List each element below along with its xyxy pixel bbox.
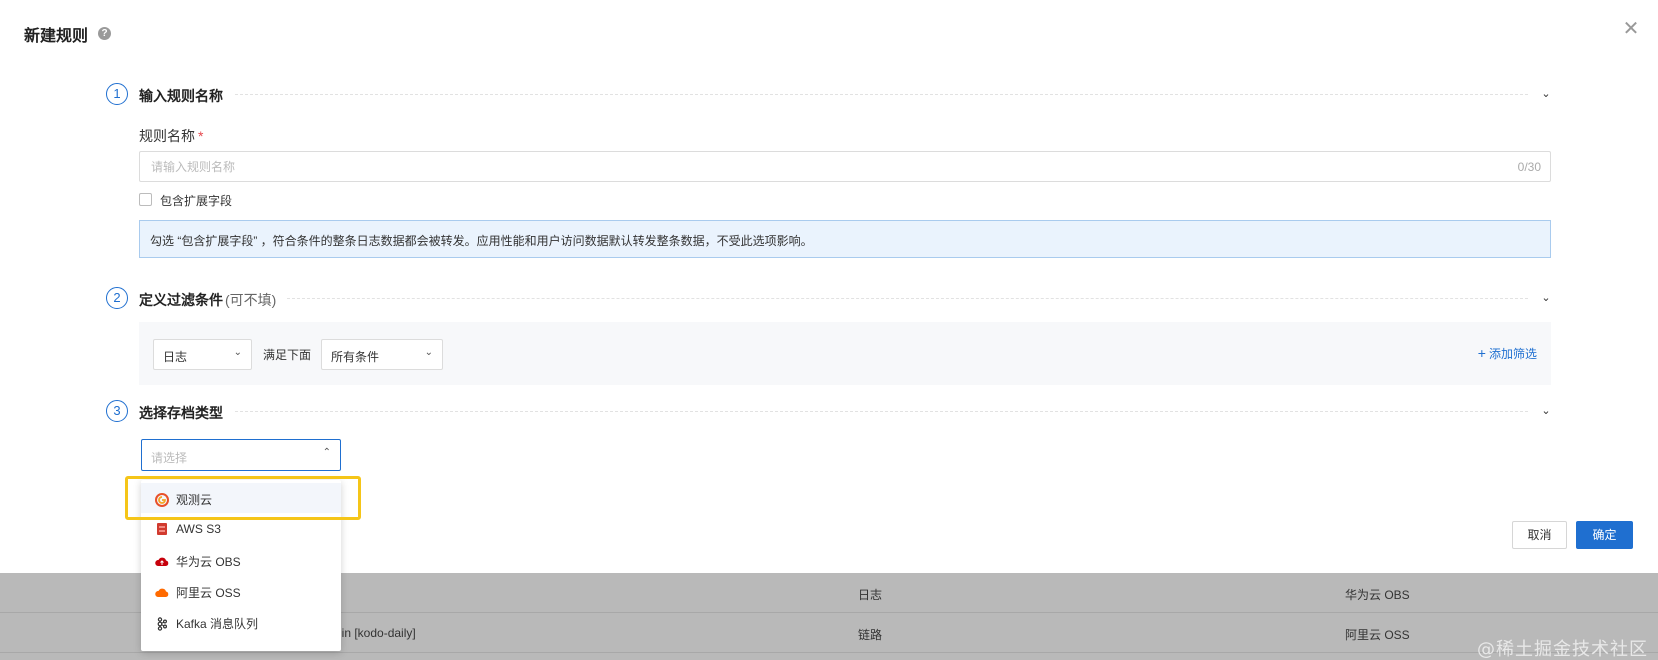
required-mark: * bbox=[198, 128, 204, 144]
archive-type-placeholder: 请选择 bbox=[151, 451, 188, 465]
option-guance-cloud[interactable]: 观测云 bbox=[141, 483, 341, 513]
modal-title: 新建规则 bbox=[24, 28, 89, 45]
table-cell-archive: 阿里云 OSS bbox=[1345, 628, 1410, 642]
aliyun-oss-icon bbox=[155, 588, 169, 597]
chevron-down-icon: ⌄ bbox=[424, 347, 433, 358]
question-circle-icon[interactable]: ? bbox=[98, 27, 111, 40]
chevron-down-icon[interactable]: ⌄ bbox=[1540, 405, 1552, 417]
match-text: 满足下面 bbox=[263, 348, 312, 362]
condition-value: 所有条件 bbox=[331, 350, 380, 364]
include-extended-fields-label[interactable]: 包含扩展字段 bbox=[160, 192, 232, 209]
filter-conditions-area: 日志 ⌄ 满足下面 所有条件 ⌄ + 添加筛选 bbox=[139, 322, 1551, 385]
table-cell-type: 日志 bbox=[858, 588, 883, 602]
add-filter-label: 添加筛选 bbox=[1488, 347, 1537, 361]
archive-type-select[interactable]: 请选择 ⌃ bbox=[141, 439, 341, 471]
table-cell-type: 链路 bbox=[858, 628, 883, 642]
rule-name-input[interactable] bbox=[140, 152, 1470, 181]
condition-select[interactable]: 所有条件 ⌄ bbox=[321, 339, 443, 370]
step-2-hint: (可不填) bbox=[225, 292, 277, 308]
data-source-value: 日志 bbox=[163, 350, 188, 364]
cancel-button[interactable]: 取消 bbox=[1512, 521, 1567, 549]
include-extended-fields-checkbox[interactable] bbox=[139, 193, 152, 206]
char-counter: 0/30 bbox=[1517, 160, 1541, 174]
add-filter-button[interactable]: + 添加筛选 bbox=[1478, 345, 1537, 362]
rule-name-label: 规则名称 * bbox=[139, 128, 204, 144]
table-cell-archive: 华为云 OBS bbox=[1345, 588, 1410, 602]
step-2-number: 2 bbox=[106, 287, 128, 309]
step-1-number: 1 bbox=[106, 83, 128, 105]
huawei-obs-icon bbox=[155, 557, 169, 566]
chevron-down-icon[interactable]: ⌄ bbox=[1540, 88, 1552, 100]
watermark: @稀土掘金技术社区 bbox=[1477, 639, 1648, 660]
kafka-icon bbox=[157, 617, 168, 631]
step-1-divider bbox=[235, 94, 1528, 95]
aws-s3-icon bbox=[157, 523, 167, 535]
step-2-title: 定义过滤条件 (可不填) bbox=[139, 292, 277, 308]
chevron-up-icon: ⌃ bbox=[322, 447, 331, 458]
option-aliyun-oss[interactable]: 阿里云 OSS bbox=[141, 576, 341, 606]
option-kafka[interactable]: Kafka 消息队列 bbox=[141, 607, 341, 637]
step-3-number: 3 bbox=[106, 400, 128, 422]
confirm-button[interactable]: 确定 bbox=[1576, 521, 1633, 549]
info-alert: 勾选 “包含扩展字段” ，符合条件的整条日志数据都会被转发。应用性能和用户访问数… bbox=[139, 220, 1551, 258]
archive-type-dropdown: 观测云 AWS S3 华为云 OBS 阿里云 OSS Kafka 消息队列 bbox=[141, 480, 341, 651]
option-huawei-obs[interactable]: 华为云 OBS bbox=[141, 545, 341, 575]
step-3-divider bbox=[235, 411, 1528, 412]
close-icon[interactable]: ✕ bbox=[1622, 19, 1640, 39]
rule-name-field[interactable]: 0/30 bbox=[139, 151, 1551, 182]
step-1-title: 输入规则名称 bbox=[139, 88, 223, 104]
option-aws-s3[interactable]: AWS S3 bbox=[141, 514, 341, 544]
chevron-down-icon: ⌄ bbox=[233, 347, 242, 358]
guance-cloud-icon bbox=[155, 493, 169, 507]
chevron-down-icon[interactable]: ⌄ bbox=[1540, 292, 1552, 304]
plus-icon: + bbox=[1477, 345, 1486, 361]
step-3-title: 选择存档类型 bbox=[139, 405, 223, 421]
data-source-select[interactable]: 日志 ⌄ bbox=[153, 339, 252, 370]
step-2-divider bbox=[287, 298, 1528, 299]
